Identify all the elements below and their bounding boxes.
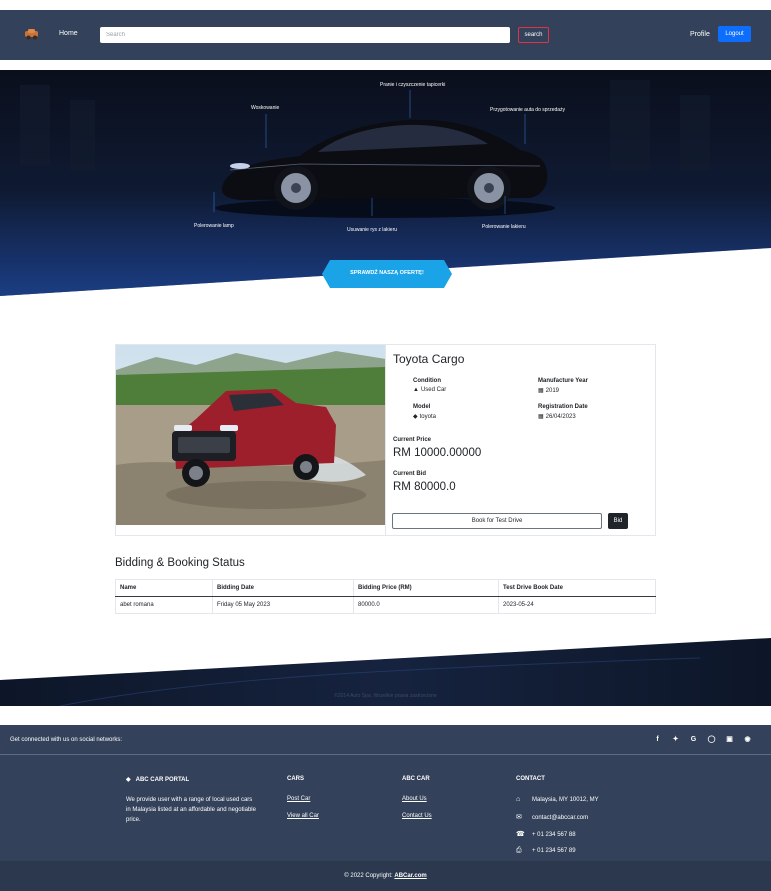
contact-phone-text: + 01 234 567 88 — [532, 832, 576, 838]
contact-fax: ⎙ + 01 234 567 89 — [516, 847, 576, 855]
registration-value: ▦ 26/04/2023 — [538, 413, 576, 420]
nav-profile-link[interactable]: Profile — [690, 31, 710, 38]
car-title: Toyota Cargo — [393, 352, 465, 366]
year-value: ▦ 2019 — [538, 387, 559, 394]
book-test-drive-button[interactable]: Book for Test Drive — [392, 513, 602, 529]
bid-button[interactable]: Bid — [608, 513, 628, 529]
cell-bidding-date: Friday 05 May 2023 — [212, 596, 354, 614]
phone-icon: ☎ — [516, 831, 525, 838]
car-photo — [116, 345, 386, 525]
contact-phone: ☎ + 01 234 567 88 — [516, 830, 576, 838]
post-car-link[interactable]: Post Car — [287, 796, 310, 802]
status-table-header: Name Bidding Date Bidding Price (RM) Tes… — [115, 579, 656, 597]
current-bid-label: Current Bid — [393, 471, 426, 477]
view-all-car-link[interactable]: View all Car — [287, 813, 319, 819]
model-value: ◆ toyota — [413, 413, 436, 420]
search-button[interactable]: search — [518, 27, 549, 43]
google-icon[interactable]: G — [689, 735, 698, 744]
band-copyright-text: ©2014 Auto Spa. Wszelkie prawa zastrzeżo… — [334, 693, 437, 699]
facebook-icon[interactable]: f — [653, 735, 662, 744]
contact-email: ✉ contact@abccar.com — [516, 813, 588, 821]
twitter-icon[interactable]: ✦ — [671, 735, 680, 744]
gem-icon: ◆ — [126, 777, 131, 783]
header-name: Name — [115, 579, 213, 597]
logout-button[interactable]: Logout — [718, 26, 751, 42]
model-text: toyota — [419, 414, 436, 420]
year-label: Manufacture Year — [538, 378, 588, 384]
current-price-value: RM 10000.00000 — [393, 447, 482, 459]
current-bid-value: RM 80000.0 — [393, 481, 456, 493]
hero-label-waxing: Woskowanie — [251, 105, 280, 111]
cell-bidding-price: 80000.0 — [353, 596, 499, 614]
model-label: Model — [413, 404, 431, 410]
social-bar: Get connected with us on social networks… — [0, 725, 771, 755]
contact-email-text: contact@abccar.com — [532, 815, 589, 821]
contact-title: CONTACT — [516, 776, 545, 782]
condition-label: Condition — [413, 378, 441, 384]
table-row: abet romana Friday 05 May 2023 80000.0 2… — [115, 596, 656, 614]
brand-logo[interactable] — [24, 27, 40, 41]
copyright-prefix: © 2022 Copyright: — [344, 873, 393, 879]
status-title: Bidding & Booking Status — [115, 557, 245, 569]
header-bidding-date: Bidding Date — [212, 579, 354, 597]
printer-icon: ⎙ — [516, 847, 522, 854]
hero-label-paint-polish: Polerowanie lakieru — [482, 224, 526, 230]
copyright-bar: © 2022 Copyright: ABCar.com — [0, 861, 771, 891]
search-input[interactable] — [100, 27, 510, 43]
navbar: Home search Profile Logout — [0, 10, 771, 60]
footer: ◆ ABC CAR PORTAL We provide user with a r… — [0, 755, 771, 861]
header-bidding-price: Bidding Price (RM) — [353, 579, 499, 597]
linkedin-icon[interactable]: ▣ — [725, 735, 734, 744]
current-price-label: Current Price — [393, 437, 432, 443]
portal-title: ◆ ABC CAR PORTAL — [126, 776, 189, 783]
instagram-icon[interactable]: ◯ — [707, 735, 716, 744]
card-divider — [385, 345, 386, 535]
cell-test-drive-date: 2023-05-24 — [498, 596, 656, 614]
contact-address-text: Malaysia, MY 10012, MY — [532, 797, 599, 803]
hero-cta-label: SPRAWDŹ NASZĄ OFERTĘ! — [350, 270, 424, 276]
contact-us-link[interactable]: Contact Us — [402, 813, 432, 819]
cell-name: abet romana — [115, 596, 213, 614]
home-icon: ⌂ — [516, 796, 521, 803]
hero-label-upholstery: Pranie i czyszczenie tapicerki — [380, 82, 446, 88]
social-text: Get connected with us on social networks… — [10, 737, 123, 743]
calendar-icon: ▦ — [538, 414, 544, 420]
github-icon[interactable]: ◉ — [743, 735, 752, 744]
copyright-text: © 2022 Copyright: ABCar.com — [0, 873, 771, 879]
hero-label-sale-prep: Przygotowanie auta do sprzedaży — [490, 107, 566, 113]
status-table: Name Bidding Date Bidding Price (RM) Tes… — [115, 579, 656, 614]
contact-fax-text: + 01 234 567 89 — [532, 848, 576, 854]
year-text: 2019 — [545, 388, 560, 394]
car-icon: ▲ — [413, 387, 419, 393]
abc-car-title: ABC CAR — [402, 776, 430, 782]
top-spacer — [0, 0, 771, 10]
condition-text: Used Car — [420, 387, 447, 393]
registration-label: Registration Date — [538, 404, 588, 410]
portal-description: We provide user with a range of local us… — [126, 797, 256, 823]
header-test-drive-date: Test Drive Book Date — [498, 579, 656, 597]
hero-label-lamp-polish: Polerowanie lamp — [194, 223, 234, 229]
envelope-icon: ✉ — [516, 814, 522, 821]
registration-text: 26/04/2023 — [545, 414, 576, 420]
portal-title-text: ABC CAR PORTAL — [135, 777, 190, 783]
cars-title: CARS — [287, 776, 305, 782]
contact-address: ⌂ Malaysia, MY 10012, MY — [516, 796, 599, 803]
tag-icon: ◆ — [413, 414, 418, 420]
condition-value: ▲ Used Car — [413, 387, 446, 393]
copyright-link[interactable]: ABCar.com — [394, 873, 426, 879]
hero-cta-button[interactable]: SPRAWDŹ NASZĄ OFERTĘ! — [322, 260, 452, 288]
car-detail-card: Toyota Cargo Condition ▲ Used Car Manufac… — [115, 344, 656, 536]
about-us-link[interactable]: About Us — [402, 796, 427, 802]
calendar-icon: ▦ — [538, 388, 544, 394]
hero-label-scratch-removal: Usuwanie rys z lakieru — [347, 227, 398, 233]
nav-home-link[interactable]: Home — [59, 30, 78, 37]
